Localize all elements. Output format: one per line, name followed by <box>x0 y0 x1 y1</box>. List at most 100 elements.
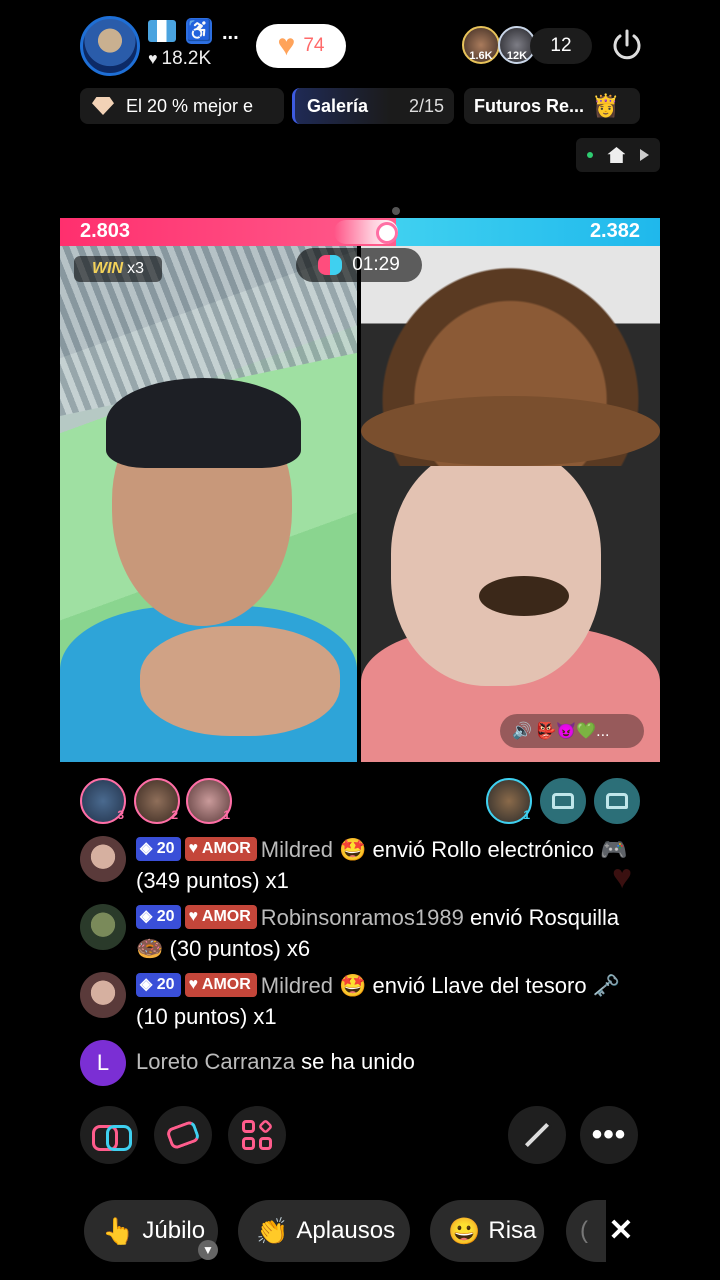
gallery-page: 2/15 <box>408 95 444 116</box>
guatemala-flag-icon <box>148 20 176 42</box>
host-likes-count: 18.2K <box>161 48 212 69</box>
follow-heart-button[interactable]: ♥ 74 <box>256 24 346 68</box>
left-hair <box>106 378 301 468</box>
supporter-left-1[interactable]: 1 <box>186 778 232 824</box>
heart-small-icon: ♥ <box>148 51 158 68</box>
host-likes: ♥ 18.2K <box>148 48 211 70</box>
chat-username[interactable]: Mildred 🤩 <box>261 973 367 998</box>
supporter-right-1[interactable]: 1 <box>486 778 532 824</box>
top-viewer-avatar-1[interactable]: 1.6K <box>462 26 500 64</box>
chat-username[interactable]: Loreto Carranza <box>136 1049 295 1074</box>
cowboy-hat-brim <box>361 396 660 466</box>
supporter-left-3[interactable]: 3 <box>80 778 126 824</box>
left-hands <box>140 626 340 736</box>
right-face <box>391 446 601 686</box>
opponent-video-right[interactable] <box>361 246 660 762</box>
mustache-filter <box>479 576 569 616</box>
battle-timer: 01:29 <box>296 248 422 282</box>
empty-seat-1[interactable] <box>540 778 586 824</box>
join-avatar[interactable]: L <box>80 1040 126 1086</box>
score-divider-ball <box>376 222 398 244</box>
viewer-badge-1: 1.6K <box>469 50 493 62</box>
battle-button[interactable] <box>154 1106 212 1164</box>
page-indicator-dot <box>392 207 400 215</box>
home-icon <box>607 147 626 163</box>
boxing-gloves-icon <box>318 255 343 275</box>
floating-heart-icon: ♥ <box>612 858 633 896</box>
score-right: 2.382 <box>589 220 640 242</box>
accessibility-icon: ♿ <box>186 18 212 44</box>
host-video-left[interactable] <box>60 246 357 762</box>
supporter-rank: 1 <box>523 808 530 822</box>
future-pill[interactable]: Futuros Re... 👸 <box>464 88 640 124</box>
link-button[interactable] <box>80 1106 138 1164</box>
mini-controls[interactable] <box>576 138 660 172</box>
pointing-hand-icon: 👆 <box>102 1215 135 1246</box>
down-arrow-icon: ▼ <box>198 1240 218 1260</box>
amor-badge: ♥ AMOR <box>184 973 257 998</box>
diamond-icon <box>92 97 114 115</box>
supporter-rank: 3 <box>117 808 124 822</box>
host-avatar[interactable] <box>80 16 140 76</box>
chat-username[interactable]: Mildred 🤩 <box>261 837 367 862</box>
supporter-rank: 2 <box>171 808 178 822</box>
partial-label: ( <box>580 1217 588 1244</box>
seat-icon <box>606 793 628 809</box>
magic-wand-icon <box>524 1122 550 1148</box>
win-label: WIN <box>91 260 124 277</box>
power-icon[interactable] <box>608 26 646 64</box>
viewer-badge-2: 12K <box>506 50 528 62</box>
queen-icon: 👸 <box>592 93 620 118</box>
reaction-risa[interactable]: 😀 Risa <box>430 1200 544 1262</box>
reaction-label: Júbilo <box>142 1217 206 1244</box>
host-more-dots[interactable]: ... <box>222 22 239 45</box>
play-arrow-icon <box>639 149 649 161</box>
gallery-label: Galería <box>307 95 369 116</box>
reaction-label: Aplausos <box>296 1217 396 1244</box>
rank-text: El 20 % mejor e <box>126 95 254 116</box>
chat-avatar[interactable] <box>80 904 126 950</box>
heart-icon: ♥ <box>277 29 296 62</box>
smile-icon: 😀 <box>448 1215 481 1246</box>
chat-username[interactable]: Robinsonramos1989 <box>261 905 464 930</box>
score-right-bar: 2.382 <box>396 218 660 246</box>
effects-button[interactable] <box>508 1106 566 1164</box>
apps-grid-icon <box>242 1118 274 1150</box>
live-dot-icon <box>587 152 594 158</box>
empty-seat-2[interactable] <box>594 778 640 824</box>
gallery-pill[interactable]: Galería 2/15 <box>292 88 454 124</box>
reaction-partial[interactable]: ( <box>566 1200 606 1262</box>
level-badge: ◈ 20 <box>136 973 181 998</box>
boxing-glove-icon <box>165 1119 201 1151</box>
score-left: 2.803 <box>80 220 131 242</box>
join-message: Loreto Carranza se ha unido <box>136 1046 636 1077</box>
chat-avatar[interactable] <box>80 836 126 882</box>
amor-badge: ♥ AMOR <box>184 837 257 862</box>
chat-message: ◈ 20 ♥ AMOR Mildred 🤩 envió Llave del teso… <box>136 970 636 1032</box>
supporter-rank: 1 <box>223 808 230 822</box>
reaction-aplausos[interactable]: 👏 Aplausos <box>238 1200 410 1262</box>
viewer-count[interactable]: 12 <box>530 28 592 64</box>
seat-icon <box>552 793 574 809</box>
link-icon <box>92 1125 132 1151</box>
close-icon[interactable]: ✕ <box>606 1214 636 1248</box>
chat-message: ◈ 20 ♥ AMOR Robinsonramos1989 envió Rosqui… <box>136 902 636 964</box>
timer-text: 01:29 <box>352 254 400 275</box>
level-badge: ◈ 20 <box>136 837 181 862</box>
level-badge: ◈ 20 <box>136 905 181 930</box>
opponent-gift-strip[interactable]: 🔊 👺😈💚... <box>500 714 644 748</box>
reaction-label: Risa <box>488 1217 537 1244</box>
supporter-left-2[interactable]: 2 <box>134 778 180 824</box>
rank-pill[interactable]: El 20 % mejor e <box>80 88 284 124</box>
heart-count: 74 <box>303 35 325 56</box>
more-dots-icon: ••• <box>591 1118 627 1151</box>
more-button[interactable]: ••• <box>580 1106 638 1164</box>
amor-badge: ♥ AMOR <box>184 905 257 930</box>
win-multiplier: x3 <box>127 260 144 277</box>
chat-avatar[interactable] <box>80 972 126 1018</box>
future-label: Futuros Re... <box>474 95 585 116</box>
chat-text: se ha unido <box>294 1049 415 1074</box>
apps-button[interactable] <box>228 1106 286 1164</box>
win-streak-badge: WIN x3 <box>74 256 162 282</box>
clapping-hands-icon: 👏 <box>256 1215 289 1246</box>
